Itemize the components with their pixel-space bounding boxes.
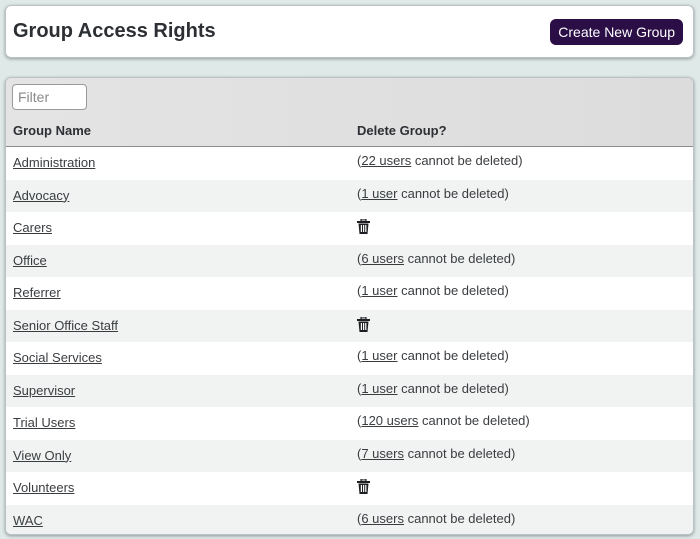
trash-icon[interactable] [357, 478, 370, 494]
column-header-group-name[interactable]: Group Name [13, 123, 91, 138]
table-row: Trial Users (120 users cannot be deleted) [6, 407, 693, 440]
delete-group-cell: (1 user cannot be deleted) [357, 381, 509, 396]
table-row: Administration (22 users cannot be delete… [6, 147, 693, 180]
delete-group-cell [357, 315, 370, 335]
cannot-delete-text: cannot be deleted) [403, 510, 516, 526]
table-row: Office (6 users cannot be deleted) [6, 244, 693, 277]
group-link[interactable]: Supervisor [13, 383, 75, 398]
table-row: Senior Office Staff [6, 309, 693, 342]
delete-group-cell: (6 users cannot be deleted) [357, 511, 515, 526]
group-link[interactable]: Social Services [13, 350, 102, 365]
create-new-group-button[interactable]: Create New Group [550, 18, 683, 45]
group-name-cell: Volunteers [13, 480, 74, 495]
cannot-delete-text: cannot be deleted) [418, 413, 530, 428]
group-name-cell: WAC [13, 513, 43, 528]
group-link[interactable]: Referrer [13, 285, 61, 300]
group-name-cell: Social Services [13, 350, 102, 365]
users-count-link[interactable]: 22 users [361, 153, 411, 168]
filter-input[interactable] [12, 84, 87, 110]
users-count-link[interactable]: 1 user [361, 186, 397, 201]
delete-group-cell [357, 478, 370, 497]
group-name-cell: Administration [13, 155, 95, 170]
users-count-link[interactable]: 7 users [361, 446, 404, 461]
cannot-delete-text: cannot be deleted) [403, 250, 516, 266]
delete-group-cell: (7 users cannot be deleted) [357, 446, 515, 461]
table-row: Advocacy (1 user cannot be deleted) [6, 179, 693, 212]
delete-group-cell: (1 user cannot be deleted) [357, 283, 509, 298]
users-count-link[interactable]: 1 user [361, 348, 397, 363]
trash-icon[interactable] [357, 315, 370, 332]
table-row: Carers [6, 212, 693, 245]
table-body: Administration (22 users cannot be delete… [6, 147, 693, 534]
delete-group-cell: (120 users cannot be deleted) [357, 413, 530, 428]
group-link[interactable]: Trial Users [13, 415, 75, 430]
table-row: Social Services (1 user cannot be deleted… [6, 342, 693, 375]
trash-icon[interactable] [357, 218, 370, 234]
cannot-delete-text: cannot be deleted) [397, 348, 509, 363]
cannot-delete-text: cannot be deleted) [397, 283, 509, 298]
group-link[interactable]: View Only [13, 448, 71, 463]
group-name-cell: Supervisor [13, 383, 75, 398]
group-name-cell: View Only [13, 448, 71, 463]
group-link[interactable]: Senior Office Staff [13, 318, 118, 333]
group-name-cell: Advocacy [13, 188, 69, 203]
group-link[interactable]: Advocacy [13, 188, 69, 203]
group-name-cell: Carers [13, 220, 52, 235]
table-row: Supervisor (1 user cannot be deleted) [6, 374, 693, 407]
users-count-link[interactable]: 120 users [361, 413, 418, 428]
group-name-cell: Senior Office Staff [13, 318, 118, 333]
delete-group-cell: (22 users cannot be deleted) [357, 153, 523, 168]
group-link[interactable]: WAC [13, 513, 43, 528]
cannot-delete-text: cannot be deleted) [397, 380, 509, 396]
table-row: View Only (7 users cannot be deleted) [6, 439, 693, 472]
group-name-cell: Trial Users [13, 415, 75, 430]
group-name-cell: Office [13, 253, 47, 268]
table-row: WAC (6 users cannot be deleted) [6, 504, 693, 534]
cannot-delete-text: cannot be deleted) [403, 445, 516, 461]
groups-table: Group Name Delete Group? Administration (… [5, 77, 694, 535]
cannot-delete-text: cannot be deleted) [397, 185, 509, 201]
delete-group-cell [357, 218, 370, 237]
group-link[interactable]: Administration [13, 155, 95, 170]
users-count-link[interactable]: 1 user [361, 283, 397, 298]
delete-group-cell: (1 user cannot be deleted) [357, 186, 509, 201]
group-name-cell: Referrer [13, 285, 61, 300]
page-title: Group Access Rights [13, 20, 216, 42]
group-link[interactable]: Carers [13, 220, 52, 235]
group-link[interactable]: Office [13, 253, 47, 268]
column-header-delete-group: Delete Group? [357, 123, 447, 138]
users-count-link[interactable]: 1 user [361, 381, 397, 396]
users-count-link[interactable]: 6 users [361, 511, 404, 526]
page-header: Group Access Rights Create New Group [5, 5, 694, 58]
table-row: Referrer (1 user cannot be deleted) [6, 277, 693, 310]
users-count-link[interactable]: 6 users [361, 251, 404, 266]
cannot-delete-text: cannot be deleted) [411, 153, 523, 168]
table-header: Group Name Delete Group? [6, 78, 693, 147]
delete-group-cell: (6 users cannot be deleted) [357, 251, 515, 266]
group-link[interactable]: Volunteers [13, 480, 74, 495]
delete-group-cell: (1 user cannot be deleted) [357, 348, 509, 363]
table-row: Volunteers [6, 472, 693, 505]
